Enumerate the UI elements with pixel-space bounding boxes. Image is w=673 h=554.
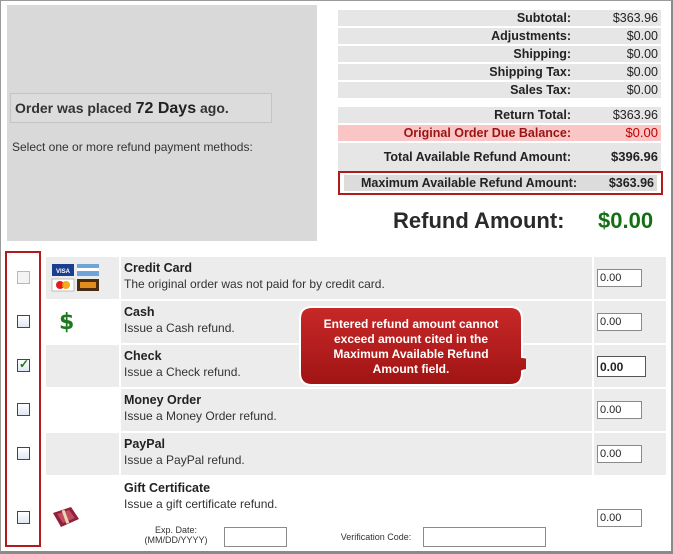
order-placed-suffix: ago.: [200, 100, 229, 116]
due-balance-value: $0.00: [625, 125, 658, 140]
amount-cell: [594, 389, 666, 431]
order-age-days: 72 Days: [135, 100, 197, 117]
svg-text:VISA: VISA: [56, 269, 71, 275]
paypal-title: PayPal: [124, 437, 166, 451]
adjustments-label: Adjustments:: [491, 29, 571, 43]
checkbox-column-highlight: [5, 251, 41, 547]
totals-row-shipping: Shipping: $0.00: [338, 46, 661, 62]
money-order-title: Money Order: [124, 393, 202, 407]
gift-certificate-amount-input[interactable]: [597, 509, 642, 527]
shipping-tax-label: Shipping Tax:: [489, 65, 571, 79]
refund-method-instruction: Select one or more refund payment method…: [12, 140, 253, 154]
subtotal-label: Subtotal:: [516, 11, 571, 25]
method-row-money-order: Money Order Issue a Money Order refund.: [9, 389, 666, 431]
subtotal-value: $363.96: [612, 11, 658, 25]
credit-card-title: Credit Card: [124, 261, 193, 275]
amount-cell: [594, 433, 666, 475]
icon-cell: [46, 477, 119, 549]
available-refund-value: $396.96: [611, 149, 658, 164]
totals-row-subtotal: Subtotal: $363.96: [338, 10, 661, 26]
gift-certificate-title: Gift Certificate: [124, 481, 211, 495]
due-balance-label: Original Order Due Balance:: [403, 126, 571, 140]
icon-cell: VISA: [46, 257, 119, 299]
sales-tax-label: Sales Tax:: [510, 83, 571, 97]
adjustments-value: $0.00: [626, 29, 658, 43]
amount-cell: [594, 301, 666, 343]
totals-row-sales-tax: Sales Tax: $0.00: [338, 82, 661, 98]
gift-certificate-desc: Issue a gift certificate refund.: [124, 497, 278, 511]
dollar-icon: $: [59, 310, 75, 335]
method-text-cell: Money Order Issue a Money Order refund.: [121, 389, 592, 431]
paypal-amount-input[interactable]: [597, 445, 642, 463]
exp-date-label-text: Exp. Date:: [154, 525, 198, 535]
amount-cell: [594, 477, 666, 549]
totals-row-due-balance: Original Order Due Balance: $0.00: [338, 125, 661, 141]
sales-tax-value: $0.00: [626, 83, 658, 97]
totals-row-available-refund: Total Available Refund Amount: $396.96: [338, 143, 661, 171]
order-placed-prefix: Order was placed: [15, 100, 132, 116]
gift-certificate-icon: [53, 507, 79, 527]
max-refund-row: Maximum Available Refund Amount: $363.96: [344, 175, 657, 191]
credit-card-desc: The original order was not paid for by c…: [124, 277, 385, 291]
icon-cell: $: [46, 301, 119, 343]
credit-card-amount-input[interactable]: [597, 269, 642, 287]
max-refund-value: $363.96: [608, 176, 654, 190]
max-refund-label: Maximum Available Refund Amount:: [361, 176, 577, 190]
icon-cell: [46, 345, 119, 387]
money-order-amount-input[interactable]: [597, 401, 642, 419]
shipping-label: Shipping:: [513, 47, 571, 61]
totals-row-shipping-tax: Shipping Tax: $0.00: [338, 64, 661, 80]
check-amount-input[interactable]: [597, 356, 646, 377]
exp-date-input[interactable]: [224, 527, 287, 547]
shipping-tax-value: $0.00: [626, 65, 658, 79]
method-row-paypal: PayPal Issue a PayPal refund.: [9, 433, 666, 475]
method-row-gift-certificate: Gift Certificate Issue a gift certificat…: [9, 477, 666, 549]
icon-cell: [46, 389, 119, 431]
method-text-cell: PayPal Issue a PayPal refund.: [121, 433, 592, 475]
return-total-label: Return Total:: [494, 108, 571, 122]
verification-code-label: Verification Code:: [340, 532, 412, 542]
icon-cell: [46, 433, 119, 475]
refund-amount-value: $0.00: [598, 208, 654, 233]
shipping-value: $0.00: [626, 47, 658, 61]
totals-row-return-total: Return Total: $363.96: [338, 107, 661, 123]
amount-cell: [594, 257, 666, 299]
exp-date-label: Exp. Date: (MM/DD/YYYY): [141, 525, 211, 545]
method-text-cell: Credit Card The original order was not p…: [121, 257, 592, 299]
method-row-credit-card: VISA Credit Card The original order was …: [9, 257, 666, 299]
cash-amount-input[interactable]: [597, 313, 642, 331]
money-order-desc: Issue a Money Order refund.: [124, 409, 277, 423]
refund-amount-label: Refund Amount:: [393, 208, 565, 233]
method-text-cell: Gift Certificate Issue a gift certificat…: [121, 477, 592, 549]
verification-code-input[interactable]: [423, 527, 546, 547]
return-total-value: $363.96: [612, 108, 658, 122]
callout-text: Entered refund amount cannot exceed amou…: [323, 317, 499, 376]
available-refund-label: Total Available Refund Amount:: [383, 150, 571, 164]
paypal-desc: Issue a PayPal refund.: [124, 453, 245, 467]
order-info-panel: Order was placed 72 Days ago. Select one…: [7, 5, 317, 241]
max-refund-highlight: Maximum Available Refund Amount: $363.96: [338, 171, 663, 195]
order-age-box: Order was placed 72 Days ago.: [10, 93, 272, 123]
totals-row-adjustments: Adjustments: $0.00: [338, 28, 661, 44]
credit-cards-icon: VISA: [51, 264, 99, 292]
exp-date-format: (MM/DD/YYYY): [144, 535, 208, 545]
amount-cell: [594, 345, 666, 387]
callout-bubble: Entered refund amount cannot exceed amou…: [298, 305, 526, 387]
